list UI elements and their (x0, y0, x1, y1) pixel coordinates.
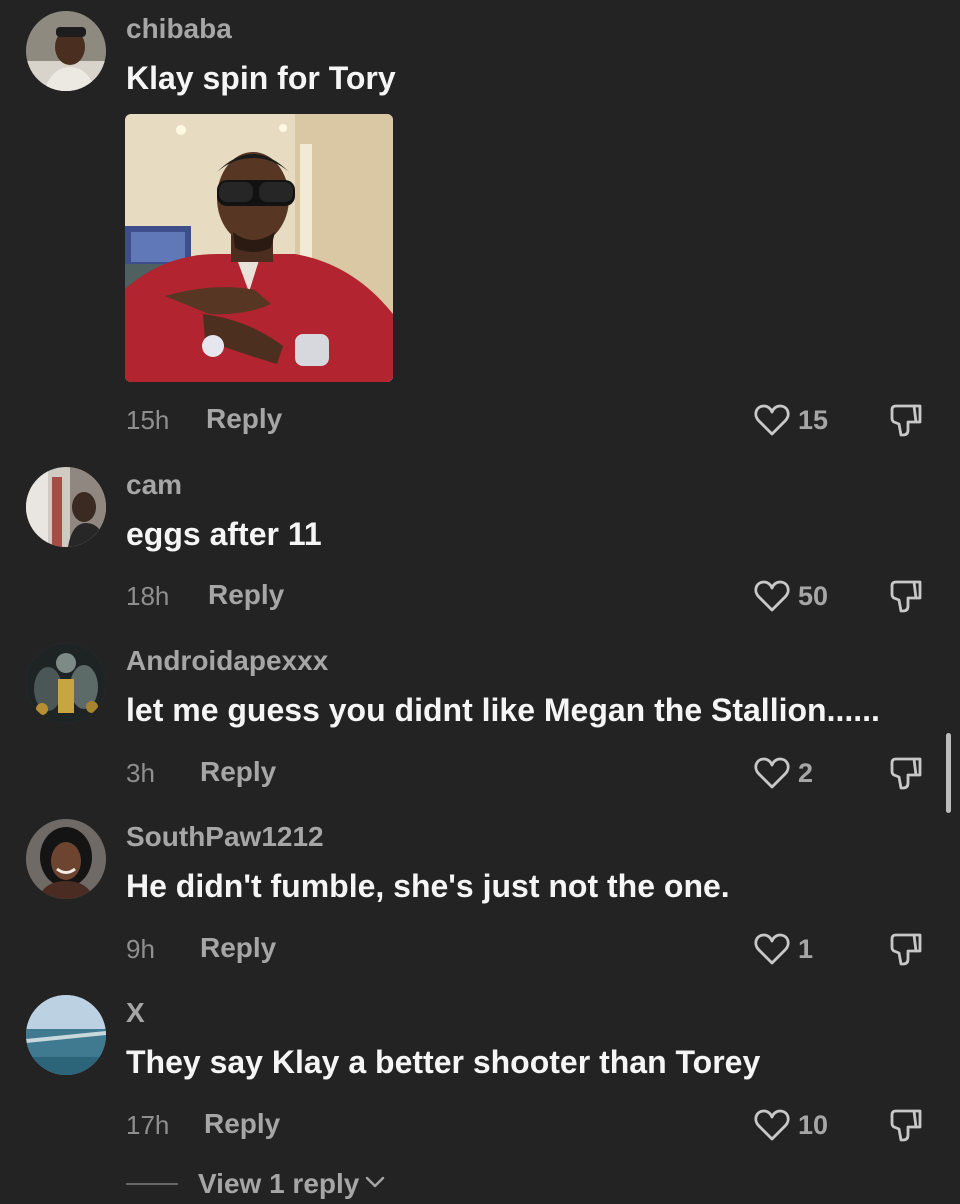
like-count: 50 (798, 580, 829, 611)
reply-button[interactable]: Reply (208, 579, 284, 611)
like-count: 2 (798, 757, 814, 788)
comment-username[interactable]: cam (126, 469, 182, 501)
reply-button[interactable]: Reply (200, 756, 276, 788)
avatar[interactable] (26, 643, 106, 723)
dislike-button[interactable] (886, 400, 926, 440)
thumbs-down-icon (886, 929, 926, 969)
heart-outline-icon (752, 400, 792, 440)
comment-text: eggs after 11 (126, 516, 322, 552)
like-button[interactable]: 50 (752, 576, 828, 616)
comment-username[interactable]: X (126, 997, 145, 1029)
like-count: 15 (798, 404, 829, 435)
like-button[interactable]: 10 (752, 1105, 828, 1145)
comment-username[interactable]: Androidapexxx (126, 645, 328, 677)
comment-timestamp: 17h (126, 1110, 170, 1140)
comment-text: He didn't fumble, she's just not the one… (126, 868, 730, 904)
dislike-button[interactable] (886, 929, 926, 969)
reply-button[interactable]: Reply (200, 932, 276, 964)
comment-timestamp: 18h (126, 581, 170, 611)
thumbs-down-icon (886, 753, 926, 793)
heart-outline-icon (752, 929, 792, 969)
comment-text: let me guess you didnt like Megan the St… (126, 692, 880, 728)
heart-outline-icon (752, 576, 792, 616)
comment-attached-image[interactable] (125, 114, 393, 382)
thumbs-down-icon (886, 1105, 926, 1145)
avatar[interactable] (26, 819, 106, 899)
avatar[interactable] (26, 11, 106, 91)
like-count: 1 (798, 933, 814, 964)
comment-text: Klay spin for Tory (126, 60, 396, 96)
like-count: 10 (798, 1109, 829, 1140)
comment-timestamp: 15h (126, 405, 170, 435)
comment-timestamp: 3h (126, 758, 155, 788)
thumbs-down-icon (886, 576, 926, 616)
avatar[interactable] (26, 467, 106, 547)
scrollbar[interactable] (946, 733, 951, 813)
divider (126, 1183, 178, 1185)
dislike-button[interactable] (886, 753, 926, 793)
heart-outline-icon (752, 753, 792, 793)
like-button[interactable]: 1 (752, 929, 813, 969)
dislike-button[interactable] (886, 1105, 926, 1145)
reply-button[interactable]: Reply (204, 1108, 280, 1140)
heart-outline-icon (752, 1105, 792, 1145)
chevron-down-icon (365, 1175, 385, 1194)
comment-text: They say Klay a better shooter than Tore… (126, 1044, 761, 1080)
reply-button[interactable]: Reply (206, 403, 282, 435)
dislike-button[interactable] (886, 576, 926, 616)
comment-username[interactable]: SouthPaw1212 (126, 821, 324, 853)
comment-username[interactable]: chibaba (126, 13, 232, 45)
like-button[interactable]: 2 (752, 753, 813, 793)
comment-timestamp: 9h (126, 934, 155, 964)
thumbs-down-icon (886, 400, 926, 440)
avatar[interactable] (26, 995, 106, 1075)
view-replies-button[interactable]: View 1 reply (126, 1164, 385, 1204)
like-button[interactable]: 15 (752, 400, 828, 440)
view-replies-label: View 1 reply (198, 1168, 360, 1199)
